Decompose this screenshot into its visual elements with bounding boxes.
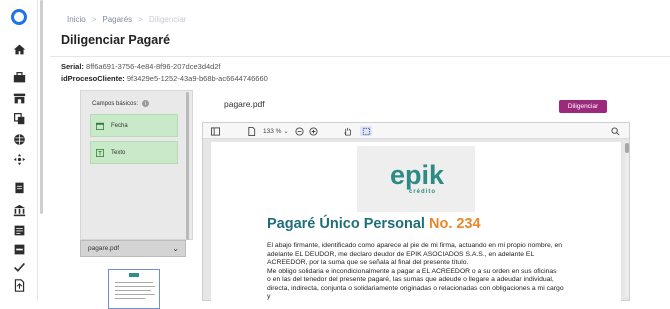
move-icon[interactable]: [12, 152, 26, 166]
select-tool-icon[interactable]: [360, 126, 372, 136]
logo-subtext: crédito: [409, 189, 437, 195]
check-icon[interactable]: [12, 260, 26, 274]
nav-rail: [0, 0, 38, 301]
serial-line: Serial: 8ff6a691-3756-4e84-8f96-207dce3d…: [61, 62, 221, 71]
clipboard-icon[interactable]: [12, 180, 26, 194]
fields-panel-scrollbar[interactable]: [186, 92, 189, 240]
serial-value: 8ff6a691-3756-4e84-8f96-207dce3d4d2f: [86, 62, 221, 71]
file-select-value: pagare.pdf: [88, 245, 120, 252]
sidebar-toggle-icon[interactable]: [211, 126, 220, 136]
calendar-icon: [96, 122, 104, 130]
page-thumbnails: [80, 257, 190, 309]
search-icon[interactable]: [611, 126, 620, 136]
home-icon[interactable]: [12, 42, 26, 56]
zoom-out-icon[interactable]: [295, 126, 304, 136]
document-list-icon[interactable]: [12, 223, 26, 237]
thumbnail-line: [115, 290, 151, 291]
chevron-down-icon: ⌄: [172, 244, 179, 253]
serial-label: Serial:: [61, 62, 84, 71]
epik-logo: epik crédito: [357, 146, 475, 212]
viewer-scroll-thumb[interactable]: [625, 143, 629, 153]
document-line: directa, indirecta, conjunta o solidaria…: [267, 284, 564, 301]
breadcrumb: Inicio > Pagarés > Diligenciar: [67, 15, 186, 24]
globe-icon[interactable]: [12, 132, 26, 146]
briefcase-icon[interactable]: [12, 70, 26, 84]
document-title-text: Pagaré Único Personal: [267, 216, 425, 232]
breadcrumb-separator: >: [91, 15, 97, 24]
zoom-level[interactable]: 133 % ⌄: [263, 126, 288, 136]
nav-scrollbar[interactable]: [40, 0, 43, 214]
page-thumbnail[interactable]: [108, 269, 160, 309]
thumbnail-logo: [129, 273, 139, 277]
proceso-value: 9f3429e5-1252-43a9-b68b-ac6644746660: [126, 74, 268, 83]
field-chip-label: Texto: [111, 149, 126, 156]
zoom-in-icon[interactable]: [309, 126, 318, 136]
pdf-viewer: 133 % ⌄ epik crédito Pagaré Único Person…: [202, 122, 630, 302]
proceso-line: idProcesoCliente: 9f3429e5-1252-43a9-b68…: [61, 74, 268, 83]
app-logo[interactable]: [11, 9, 27, 25]
zoom-value: 133 %: [263, 127, 282, 135]
viewer-scrollbar[interactable]: [625, 141, 629, 297]
field-chip-fecha[interactable]: Fecha: [90, 114, 178, 137]
breadcrumb-separator: >: [138, 15, 143, 24]
field-chip-label: Fecha: [111, 122, 128, 129]
hand-tool-icon[interactable]: [343, 126, 352, 136]
thumbnail-line: [115, 282, 153, 283]
page-icon[interactable]: [247, 126, 256, 136]
fields-title-text: Campos básicos:: [92, 100, 139, 107]
page-title: Diligenciar Pagaré: [61, 33, 171, 47]
field-chip-texto[interactable]: Texto: [90, 141, 178, 164]
breadcrumb-current: Diligenciar: [148, 15, 187, 24]
fields-panel: Campos básicos: i Fecha Texto: [80, 90, 193, 240]
document-line: Me obligo solidaria e incondicionalmente…: [267, 267, 557, 275]
breadcrumb-pagares[interactable]: Pagarés: [102, 15, 132, 24]
fields-panel-title: Campos básicos: i: [92, 100, 150, 107]
pdf-toolbar: 133 % ⌄: [203, 123, 629, 139]
store-icon[interactable]: [12, 91, 26, 105]
document-line: ACREEDOR, por la suma que se señala al f…: [267, 259, 469, 266]
document-line: o en las del tenedor del presente pagaré…: [267, 276, 554, 283]
diligenciar-button[interactable]: Diligenciar: [559, 100, 607, 113]
breadcrumb-home[interactable]: Inicio: [67, 15, 86, 24]
thumbnail-line: [115, 298, 145, 299]
header-divider: [50, 56, 670, 57]
zoom-chevron-icon: ⌄: [283, 128, 289, 135]
info-icon[interactable]: i: [142, 100, 150, 107]
thumbnail-line: [115, 286, 155, 287]
pdf-page: epik crédito Pagaré Único Personal No. 2…: [211, 142, 621, 302]
bank-icon[interactable]: [12, 203, 26, 217]
file-upload-icon[interactable]: [12, 278, 26, 292]
document-line: adelante EL DEUDOR, me declaro deudor de…: [267, 250, 535, 258]
inbox-icon[interactable]: [12, 242, 26, 256]
text-icon: [96, 148, 104, 157]
document-number: No. 234: [428, 216, 481, 232]
file-select[interactable]: pagare.pdf ⌄: [80, 240, 186, 257]
thumbnail-line: [115, 294, 155, 295]
copy-icon[interactable]: [12, 111, 26, 125]
logo-text: epik: [390, 160, 445, 190]
document-line: El abajo firmante, identificado como apa…: [267, 242, 563, 249]
document-name: pagare.pdf: [224, 99, 265, 109]
document-title: Pagaré Único Personal No. 234: [267, 216, 481, 232]
proceso-label: idProcesoCliente:: [61, 74, 125, 83]
